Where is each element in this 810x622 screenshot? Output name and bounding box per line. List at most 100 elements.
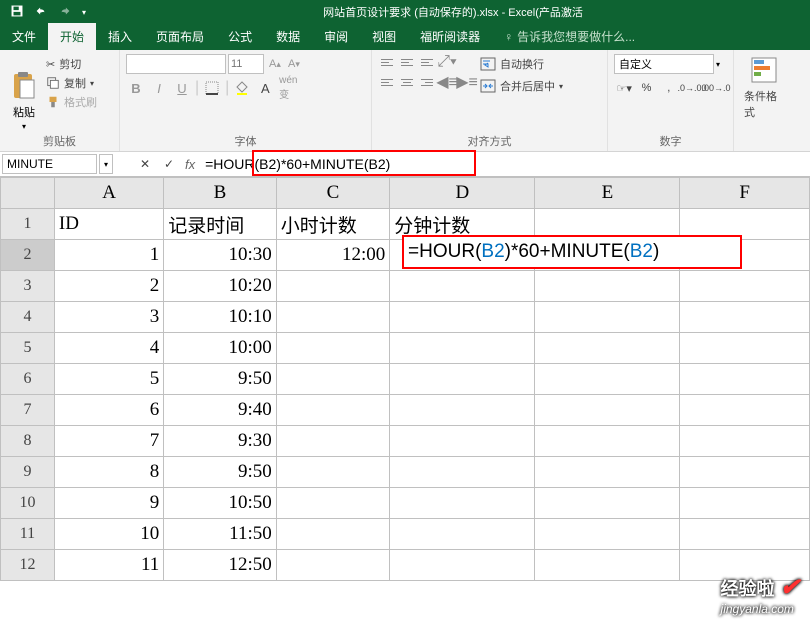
cell[interactable]: 10:50	[164, 488, 277, 519]
underline-button[interactable]: U	[172, 78, 192, 98]
name-box-dropdown[interactable]: ▾	[99, 154, 113, 174]
tab-formulas[interactable]: 公式	[216, 23, 264, 50]
cell[interactable]	[535, 550, 680, 581]
cell[interactable]: 6	[54, 395, 163, 426]
cell[interactable]: 2	[54, 271, 163, 302]
row-header-11[interactable]: 11	[1, 519, 55, 550]
name-box[interactable]	[2, 154, 97, 174]
cell[interactable]: 12:00	[276, 240, 389, 271]
col-header-E[interactable]: E	[535, 178, 680, 209]
decrease-font-button[interactable]: A▾	[285, 54, 303, 74]
cell[interactable]: 1	[54, 240, 163, 271]
cell[interactable]	[276, 395, 389, 426]
border-button[interactable]	[202, 78, 222, 98]
cell[interactable]	[680, 395, 810, 426]
cell[interactable]	[276, 302, 389, 333]
row-header-4[interactable]: 4	[1, 302, 55, 333]
align-middle-button[interactable]	[398, 54, 416, 70]
tab-file[interactable]: 文件	[0, 23, 48, 50]
cell[interactable]	[276, 426, 389, 457]
paste-button[interactable]: 粘贴 ▾	[10, 70, 38, 131]
align-top-button[interactable]	[378, 54, 396, 70]
cell[interactable]: 9	[54, 488, 163, 519]
cell[interactable]	[390, 519, 535, 550]
tab-home[interactable]: 开始	[48, 23, 96, 50]
col-header-D[interactable]: D	[390, 178, 535, 209]
cell[interactable]	[535, 395, 680, 426]
row-header-9[interactable]: 9	[1, 457, 55, 488]
increase-indent-button[interactable]: ▶≡	[458, 74, 476, 90]
cut-button[interactable]: ✂ 剪切	[46, 56, 97, 72]
cell[interactable]	[390, 426, 535, 457]
cell[interactable]	[276, 519, 389, 550]
font-color-button[interactable]: A	[255, 78, 275, 98]
cell[interactable]	[276, 457, 389, 488]
formula-input[interactable]	[199, 154, 810, 174]
percent-button[interactable]: %	[636, 78, 656, 98]
align-left-button[interactable]	[378, 74, 396, 90]
cell[interactable]: 10:20	[164, 271, 277, 302]
font-name-select[interactable]	[126, 54, 226, 74]
cell[interactable]: 小时计数	[276, 209, 389, 240]
cell[interactable]	[276, 550, 389, 581]
col-header-B[interactable]: B	[164, 178, 277, 209]
cell[interactable]: 10:30	[164, 240, 277, 271]
fill-color-button[interactable]	[232, 78, 252, 98]
align-center-button[interactable]	[398, 74, 416, 90]
cell[interactable]: 9:50	[164, 457, 277, 488]
cell-editor-overlay[interactable]: =HOUR(B2)*60+MINUTE(B2)	[402, 235, 742, 269]
conditional-format-button[interactable]: 条件格式	[740, 54, 788, 122]
cell[interactable]	[535, 333, 680, 364]
cell[interactable]	[390, 302, 535, 333]
enter-formula-button[interactable]: ✓	[157, 154, 181, 174]
cell[interactable]	[680, 488, 810, 519]
cell[interactable]	[390, 333, 535, 364]
number-format-select[interactable]	[614, 54, 714, 74]
cell[interactable]	[680, 364, 810, 395]
merge-center-button[interactable]: 合并后居中 ▾	[480, 78, 563, 94]
tab-data[interactable]: 数据	[264, 23, 312, 50]
cell[interactable]	[390, 488, 535, 519]
cell[interactable]: 记录时间	[164, 209, 277, 240]
tab-insert[interactable]: 插入	[96, 23, 144, 50]
tab-view[interactable]: 视图	[360, 23, 408, 50]
cell[interactable]	[680, 426, 810, 457]
copy-button[interactable]: 复制 ▾	[46, 75, 97, 91]
tab-review[interactable]: 审阅	[312, 23, 360, 50]
cell[interactable]	[276, 333, 389, 364]
phonetic-button[interactable]: wén变	[278, 78, 298, 98]
cell[interactable]: 12:50	[164, 550, 277, 581]
cell[interactable]	[276, 488, 389, 519]
row-header-5[interactable]: 5	[1, 333, 55, 364]
cell[interactable]: 8	[54, 457, 163, 488]
wrap-text-button[interactable]: 自动换行	[480, 56, 563, 72]
col-header-F[interactable]: F	[680, 178, 810, 209]
row-header-1[interactable]: 1	[1, 209, 55, 240]
cell[interactable]	[390, 395, 535, 426]
align-bottom-button[interactable]	[418, 54, 436, 70]
cell[interactable]: 10:10	[164, 302, 277, 333]
increase-font-button[interactable]: A▴	[266, 54, 284, 74]
cell[interactable]	[680, 271, 810, 302]
fx-icon[interactable]: fx	[181, 157, 199, 172]
format-painter-button[interactable]: 格式刷	[46, 94, 97, 110]
row-header-7[interactable]: 7	[1, 395, 55, 426]
decrease-decimal-button[interactable]: .00→.0	[705, 78, 727, 98]
row-header-12[interactable]: 12	[1, 550, 55, 581]
cell[interactable]: 9:40	[164, 395, 277, 426]
row-header-6[interactable]: 6	[1, 364, 55, 395]
cell[interactable]	[390, 364, 535, 395]
qat-dropdown-icon[interactable]: ▾	[82, 8, 86, 17]
undo-icon[interactable]	[34, 4, 48, 21]
cell[interactable]: 11:50	[164, 519, 277, 550]
cell[interactable]	[535, 457, 680, 488]
col-header-C[interactable]: C	[276, 178, 389, 209]
row-header-8[interactable]: 8	[1, 426, 55, 457]
cell[interactable]: 4	[54, 333, 163, 364]
cell[interactable]: 3	[54, 302, 163, 333]
increase-decimal-button[interactable]: .0→.00	[681, 78, 703, 98]
tab-layout[interactable]: 页面布局	[144, 23, 216, 50]
cell[interactable]	[535, 271, 680, 302]
font-size-select[interactable]	[228, 54, 264, 74]
cell[interactable]: 9:30	[164, 426, 277, 457]
